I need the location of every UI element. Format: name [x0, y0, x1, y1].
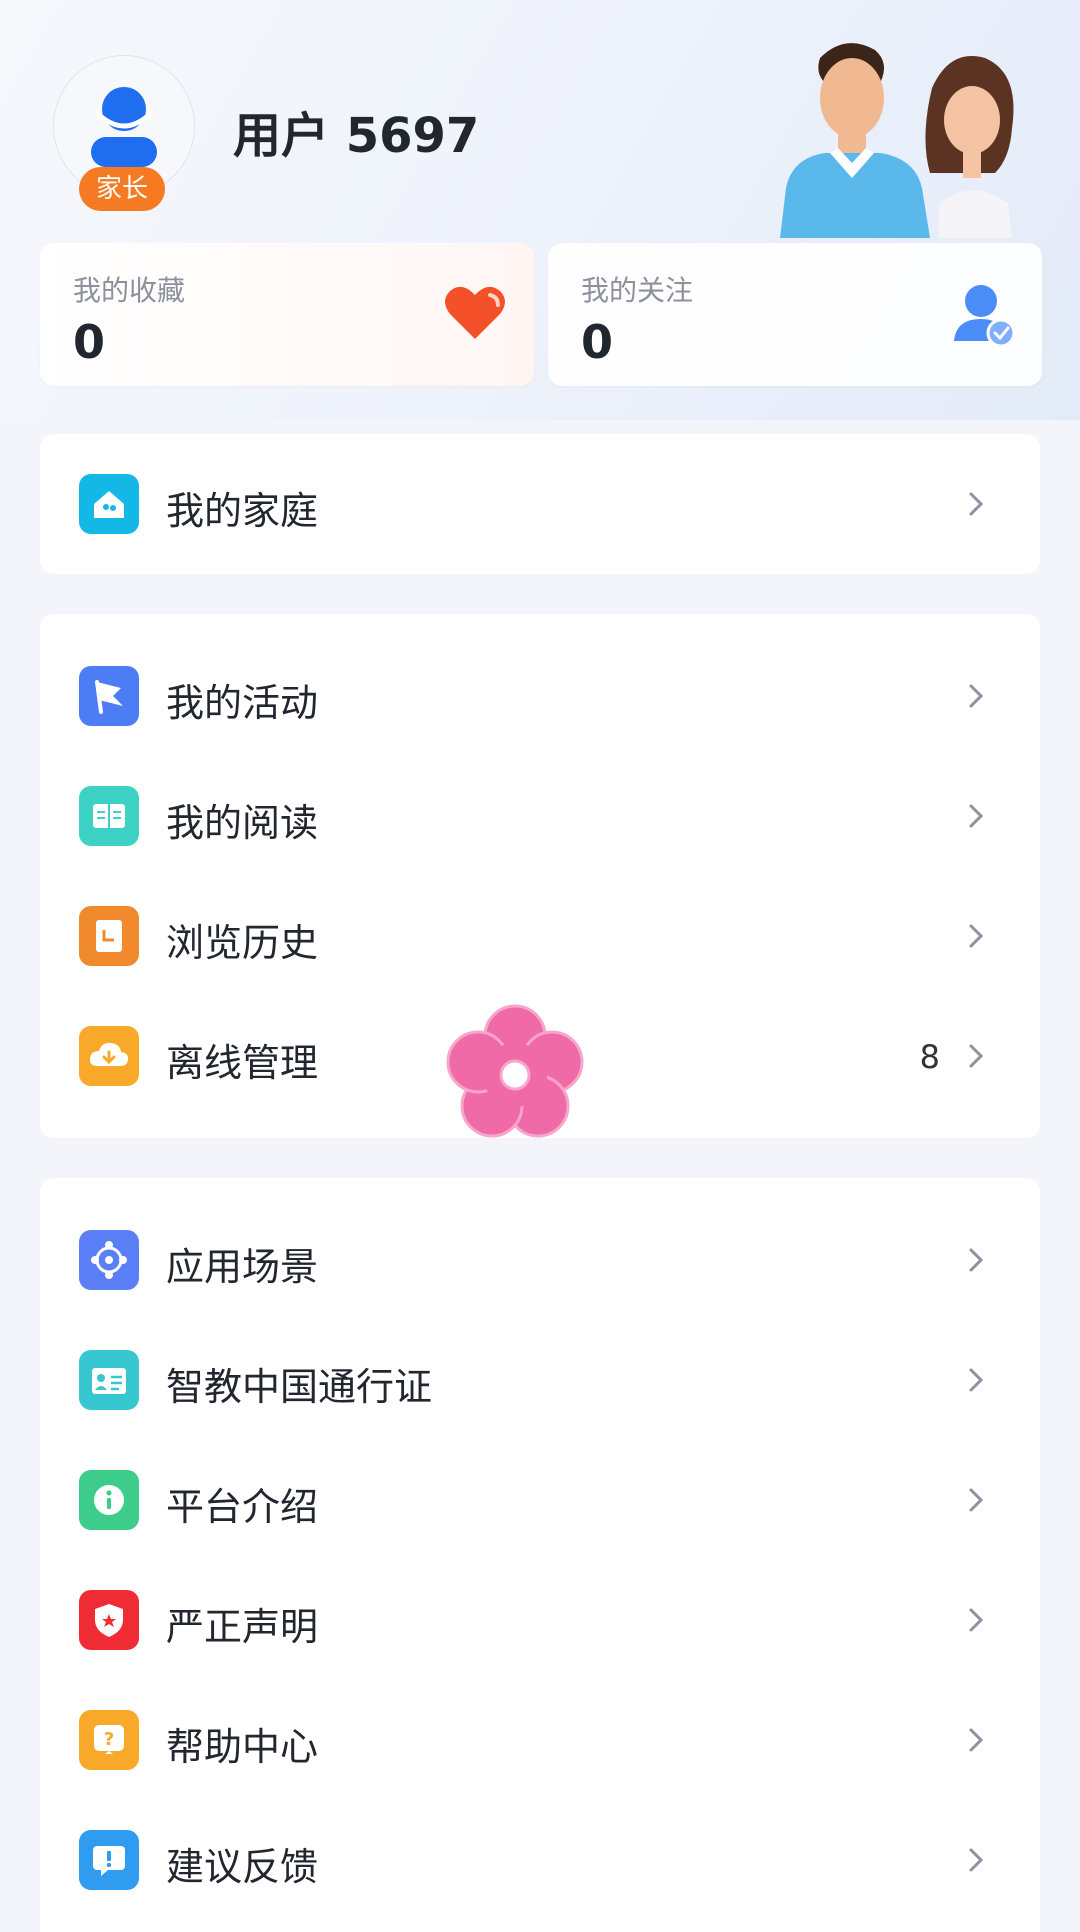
id-card-icon: [79, 1350, 139, 1410]
favorites-label: 我的收藏: [73, 274, 186, 307]
menu-item-help[interactable]: ? 帮助中心: [40, 1680, 1040, 1800]
following-card[interactable]: 我的关注 0: [548, 243, 1042, 386]
menu-item-label: 离线管理: [166, 1041, 319, 1085]
username: 用户 5697: [233, 108, 480, 164]
menu-item-label: 建议反馈: [166, 1845, 319, 1889]
chevron-right-icon: [969, 1488, 984, 1512]
menu-item-label: 我的活动: [166, 681, 319, 725]
pink-flower-sticker[interactable]: [442, 1000, 588, 1146]
menu-item-activities[interactable]: 我的活动: [40, 636, 1040, 756]
chevron-right-icon: [969, 1728, 984, 1752]
chevron-right-icon: [969, 684, 984, 708]
favorites-count: 0: [73, 315, 106, 369]
menu-item-reading[interactable]: 我的阅读: [40, 756, 1040, 876]
menu-item-label: 浏览历史: [166, 921, 319, 965]
following-count: 0: [581, 315, 614, 369]
chevron-right-icon: [969, 1368, 984, 1392]
user-avatar-icon: [91, 87, 157, 167]
svg-text:?: ?: [104, 1729, 114, 1750]
book-icon: [79, 786, 139, 846]
menu-item-label: 我的阅读: [166, 801, 319, 845]
help-icon: ?: [79, 1710, 139, 1770]
history-icon: [79, 906, 139, 966]
info-icon: [79, 1470, 139, 1530]
cloud-download-icon: [79, 1026, 139, 1086]
menu-item-label: 我的家庭: [166, 489, 319, 533]
heart-icon: [445, 286, 505, 339]
menu-item-label: 帮助中心: [166, 1725, 319, 1769]
scenes-icon: [79, 1230, 139, 1290]
chevron-right-icon: [969, 1248, 984, 1272]
menu-item-statement[interactable]: 严正声明: [40, 1560, 1040, 1680]
chevron-right-icon: [969, 1848, 984, 1872]
chevron-right-icon: [969, 492, 984, 516]
menu-item-label: 应用场景: [166, 1245, 319, 1289]
chevron-right-icon: [969, 1608, 984, 1632]
role-badge: 家长: [79, 167, 165, 211]
favorites-card[interactable]: 我的收藏 0: [40, 243, 534, 386]
menu-item-label: 严正声明: [166, 1605, 319, 1649]
menu-item-label: 平台介绍: [166, 1485, 319, 1529]
chevron-right-icon: [969, 804, 984, 828]
menu-item-family[interactable]: 我的家庭: [40, 444, 1040, 564]
chevron-right-icon: [969, 1044, 984, 1068]
feedback-icon: [79, 1830, 139, 1890]
home-icon: [79, 474, 139, 534]
menu-item-feedback[interactable]: 建议反馈: [40, 1800, 1040, 1920]
following-label: 我的关注: [581, 274, 694, 307]
parents-illustration: [780, 43, 1014, 238]
chevron-right-icon: [969, 924, 984, 948]
offline-count: 8: [919, 1038, 940, 1076]
shield-icon: [79, 1590, 139, 1650]
menu-item-scenes[interactable]: 应用场景: [40, 1200, 1040, 1320]
info-group: 应用场景 智教中国通行证 平台介绍 严正声明 ? 帮助中心 建议反馈: [40, 1178, 1040, 1932]
flag-icon: [79, 666, 139, 726]
menu-item-platform-intro[interactable]: 平台介绍: [40, 1440, 1040, 1560]
menu-item-label: 智教中国通行证: [166, 1365, 433, 1409]
user-check-icon: [954, 285, 1016, 347]
family-group: 我的家庭: [40, 434, 1040, 574]
menu-item-passport[interactable]: 智教中国通行证: [40, 1320, 1040, 1440]
menu-item-history[interactable]: 浏览历史: [40, 876, 1040, 996]
